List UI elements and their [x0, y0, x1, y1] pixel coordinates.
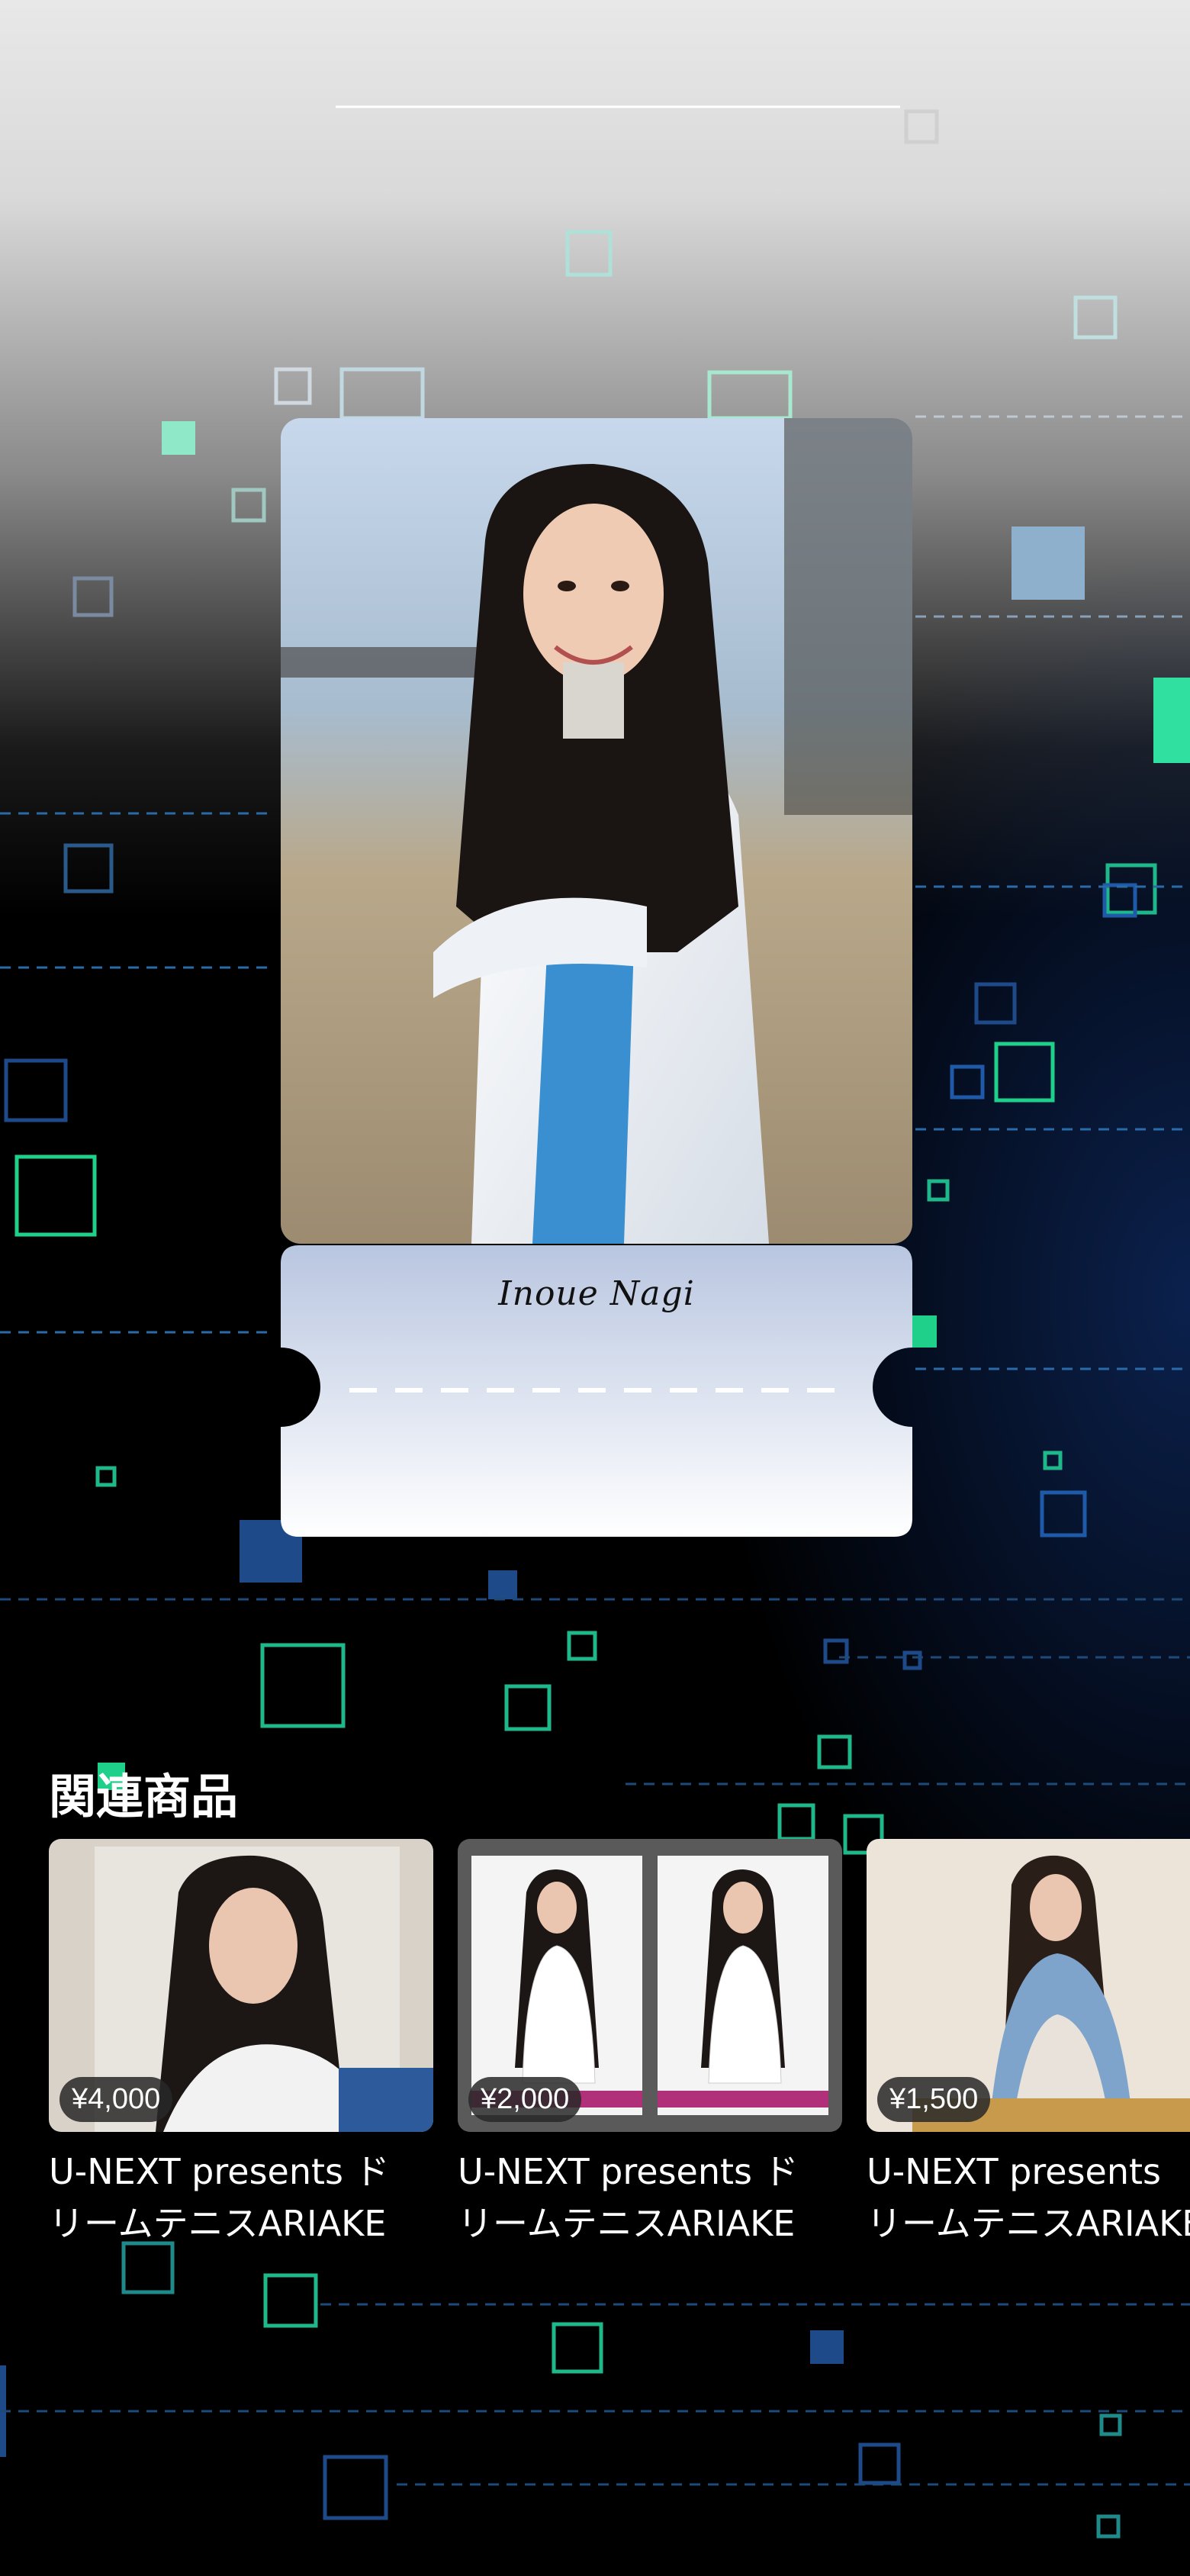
- product-card[interactable]: ¥2,000 U-NEXT presents ド リームテニスARIAKE: [458, 1839, 842, 2244]
- member-photo-card[interactable]: [281, 418, 912, 1244]
- product-title[interactable]: U-NEXT presents ド リームテニスARIAKE: [458, 2146, 854, 2249]
- product-thumbnail: ¥1,500: [867, 1839, 1190, 2132]
- related-products-carousel[interactable]: ¥4,000 U-NEXT presents ド リームテニスARIAKE ¥2…: [49, 1839, 1190, 2251]
- related-products-title: 関連商品: [49, 1769, 239, 1824]
- product-card[interactable]: ¥1,500 U-NEXT presents リームテニスARIAKE: [867, 1839, 1190, 2244]
- product-title[interactable]: U-NEXT presents ド リームテニスARIAKE: [49, 2146, 445, 2249]
- price-badge: ¥4,000: [60, 2077, 173, 2122]
- product-title[interactable]: U-NEXT presents リームテニスARIAKE: [867, 2146, 1190, 2249]
- price-badge: ¥2,000: [468, 2077, 582, 2122]
- product-thumbnail: ¥4,000: [49, 1839, 433, 2132]
- product-thumbnail: ¥2,000: [458, 1839, 842, 2132]
- member-photo: [281, 418, 912, 1244]
- name-ticket: Inoue Nagi: [281, 1245, 912, 1537]
- product-card[interactable]: ¥4,000 U-NEXT presents ド リームテニスARIAKE: [49, 1839, 433, 2244]
- price-badge: ¥1,500: [877, 2077, 991, 2122]
- member-name-signature: Inoue Nagi: [498, 1274, 695, 1313]
